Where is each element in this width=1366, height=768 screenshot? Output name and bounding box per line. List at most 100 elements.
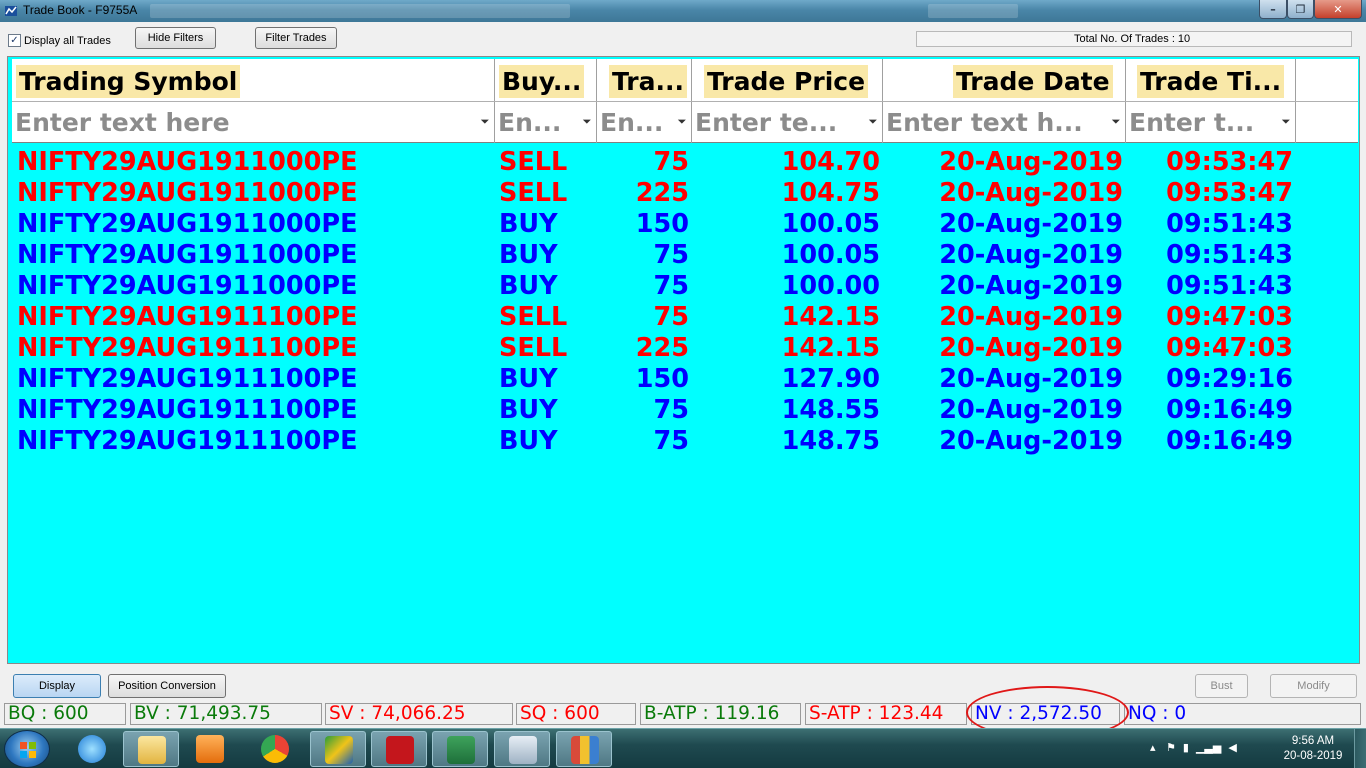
- power-icon[interactable]: ▮: [1183, 741, 1189, 754]
- position-conversion-button[interactable]: Position Conversion: [108, 674, 226, 698]
- display-all-trades-label: Display all Trades: [24, 34, 111, 47]
- filter-input-trade-qty[interactable]: En...: [600, 107, 668, 139]
- filter-input-buy-sell[interactable]: En...: [498, 107, 570, 139]
- column-header-trading-symbol[interactable]: Trading Symbol: [12, 59, 495, 101]
- excel-icon[interactable]: [432, 731, 488, 767]
- table-row[interactable]: NIFTY29AUG1911000PE SELL 75 104.70 20-Aug-20…: [12, 147, 1358, 178]
- cell-buy-sell: SELL: [499, 178, 568, 208]
- filter-funnel-icon[interactable]: ⏷: [478, 114, 492, 130]
- internet-explorer-icon[interactable]: [64, 731, 120, 767]
- clock-date: 20-08-2019: [1283, 750, 1343, 762]
- file-explorer-icon[interactable]: [123, 731, 179, 767]
- pdf-reader-icon[interactable]: [371, 731, 427, 767]
- filter-cell-trade-date[interactable]: Enter text h... ⏷: [883, 102, 1126, 143]
- trading-terminal-icon[interactable]: [310, 731, 366, 767]
- column-header-buy-sell[interactable]: Buy...: [495, 59, 597, 101]
- filter-cell-trade-time[interactable]: Enter t... ⏷: [1126, 102, 1296, 143]
- filter-cell-trade-price[interactable]: Enter te... ⏷: [692, 102, 883, 143]
- cell-trade-price: 127.90: [781, 364, 880, 394]
- show-hidden-icons-icon[interactable]: ▴: [1150, 741, 1156, 754]
- cell-trading-symbol: NIFTY29AUG1911000PE: [17, 271, 358, 301]
- filter-input-trade-date[interactable]: Enter text h...: [886, 107, 1091, 139]
- filter-funnel-icon[interactable]: ⏷: [866, 114, 880, 130]
- cell-trade-qty: 75: [653, 271, 690, 301]
- filter-cell-trade-qty[interactable]: En... ⏷: [597, 102, 692, 143]
- start-orb-icon[interactable]: [4, 730, 50, 768]
- filter-input-trade-time[interactable]: Enter t...: [1129, 107, 1259, 139]
- status-buy-value: BV : 71,493.75: [130, 703, 322, 725]
- table-row[interactable]: NIFTY29AUG1911000PE BUY 75 100.00 20-Aug-201…: [12, 271, 1358, 302]
- column-header-trade-date[interactable]: Trade Date: [883, 59, 1126, 101]
- total-trades-display: Total No. Of Trades : 10: [916, 31, 1352, 47]
- bust-button[interactable]: Bust: [1195, 674, 1248, 698]
- taskbar-clock[interactable]: 9:56 AM 20-08-2019: [1276, 734, 1350, 764]
- hide-filters-button[interactable]: Hide Filters: [135, 27, 216, 49]
- modify-button[interactable]: Modify: [1270, 674, 1357, 698]
- charting-icon[interactable]: [556, 731, 612, 767]
- cell-trade-price: 148.75: [781, 426, 880, 456]
- chrome-icon[interactable]: [247, 731, 303, 767]
- toolbar: ✓ Display all Trades Hide Filters Filter…: [0, 22, 1366, 54]
- show-desktop-button[interactable]: [1354, 729, 1366, 768]
- cell-trade-price: 104.75: [781, 178, 880, 208]
- column-header-row: Trading Symbol Buy... Tra... Trade Price…: [12, 59, 1358, 101]
- cell-trade-qty: 150: [635, 209, 689, 239]
- cell-trade-date: 20-Aug-2019: [939, 426, 1123, 456]
- table-row[interactable]: NIFTY29AUG1911000PE SELL 225 104.75 20-Aug-2…: [12, 178, 1358, 209]
- cell-trade-time: 09:47:03: [1166, 333, 1293, 363]
- table-row[interactable]: NIFTY29AUG1911100PE SELL 225 142.15 20-Aug-2…: [12, 333, 1358, 364]
- filter-trades-button[interactable]: Filter Trades: [255, 27, 337, 49]
- table-row[interactable]: NIFTY29AUG1911100PE SELL 75 142.15 20-Aug-20…: [12, 302, 1358, 333]
- status-buy-atp: B-ATP : 119.16: [640, 703, 801, 725]
- table-row[interactable]: NIFTY29AUG1911000PE BUY 150 100.05 20-Aug-20…: [12, 209, 1358, 240]
- table-row[interactable]: NIFTY29AUG1911100PE BUY 150 127.90 20-Aug-20…: [12, 364, 1358, 395]
- trade-grid[interactable]: Trading Symbol Buy... Tra... Trade Price…: [7, 56, 1360, 664]
- cell-trade-qty: 75: [653, 426, 690, 456]
- display-button[interactable]: Display: [13, 674, 101, 698]
- filter-row: Enter text here ⏷ En... ⏷ En... ⏷ Enter …: [12, 101, 1358, 143]
- table-row[interactable]: NIFTY29AUG1911100PE BUY 75 148.55 20-Aug-201…: [12, 395, 1358, 426]
- cell-trade-date: 20-Aug-2019: [939, 302, 1123, 332]
- maximize-button[interactable]: ❐: [1287, 0, 1314, 19]
- filter-cell-buy-sell[interactable]: En... ⏷: [495, 102, 597, 143]
- column-header-trade-qty[interactable]: Tra...: [597, 59, 692, 101]
- filter-funnel-icon[interactable]: ⏷: [580, 114, 594, 130]
- system-tray[interactable]: ▴ ⚑ ▮ ▁▃▅ ◀: [1150, 741, 1237, 754]
- window-title: Trade Book - F9755A: [23, 3, 138, 17]
- cell-buy-sell: SELL: [499, 302, 568, 332]
- filter-input-trading-symbol[interactable]: Enter text here: [15, 107, 240, 139]
- cell-trade-date: 20-Aug-2019: [939, 147, 1123, 177]
- minimize-button[interactable]: –: [1259, 0, 1287, 19]
- display-all-trades-checkbox[interactable]: ✓ Display all Trades: [8, 34, 111, 47]
- network-signal-icon[interactable]: ▁▃▅: [1196, 741, 1221, 754]
- filter-input-trade-price[interactable]: Enter te...: [695, 107, 843, 139]
- checkbox-checked-icon[interactable]: ✓: [8, 34, 21, 47]
- cell-trade-qty: 75: [653, 395, 690, 425]
- table-row[interactable]: NIFTY29AUG1911000PE BUY 75 100.05 20-Aug-201…: [12, 240, 1358, 271]
- filter-funnel-icon[interactable]: ⏷: [1109, 114, 1123, 130]
- cell-trade-date: 20-Aug-2019: [939, 333, 1123, 363]
- cell-trade-qty: 75: [653, 240, 690, 270]
- cell-buy-sell: BUY: [499, 240, 558, 270]
- cell-trade-qty: 150: [635, 364, 689, 394]
- filter-cell-trading-symbol[interactable]: Enter text here ⏷: [12, 102, 495, 143]
- cell-trading-symbol: NIFTY29AUG1911100PE: [17, 364, 358, 394]
- cell-trade-price: 104.70: [781, 147, 880, 177]
- cell-trade-qty: 225: [635, 178, 689, 208]
- filter-funnel-icon[interactable]: ⏷: [1279, 114, 1293, 130]
- calculator-icon[interactable]: [494, 731, 550, 767]
- action-center-flag-icon[interactable]: ⚑: [1166, 741, 1176, 754]
- cell-trade-time: 09:53:47: [1166, 178, 1293, 208]
- cell-trade-time: 09:29:16: [1166, 364, 1293, 394]
- cell-trade-price: 100.00: [781, 271, 880, 301]
- close-button[interactable]: ✕: [1314, 0, 1362, 19]
- media-player-icon[interactable]: [182, 731, 238, 767]
- filter-funnel-icon[interactable]: ⏷: [675, 114, 689, 130]
- column-header-trade-price[interactable]: Trade Price: [692, 59, 883, 101]
- cell-buy-sell: BUY: [499, 364, 558, 394]
- column-header-trade-time[interactable]: Trade Ti...: [1126, 59, 1296, 101]
- table-row[interactable]: NIFTY29AUG1911100PE BUY 75 148.75 20-Aug-201…: [12, 426, 1358, 457]
- cell-trading-symbol: NIFTY29AUG1911000PE: [17, 209, 358, 239]
- cell-trade-price: 100.05: [781, 240, 880, 270]
- volume-icon[interactable]: ◀: [1228, 741, 1236, 754]
